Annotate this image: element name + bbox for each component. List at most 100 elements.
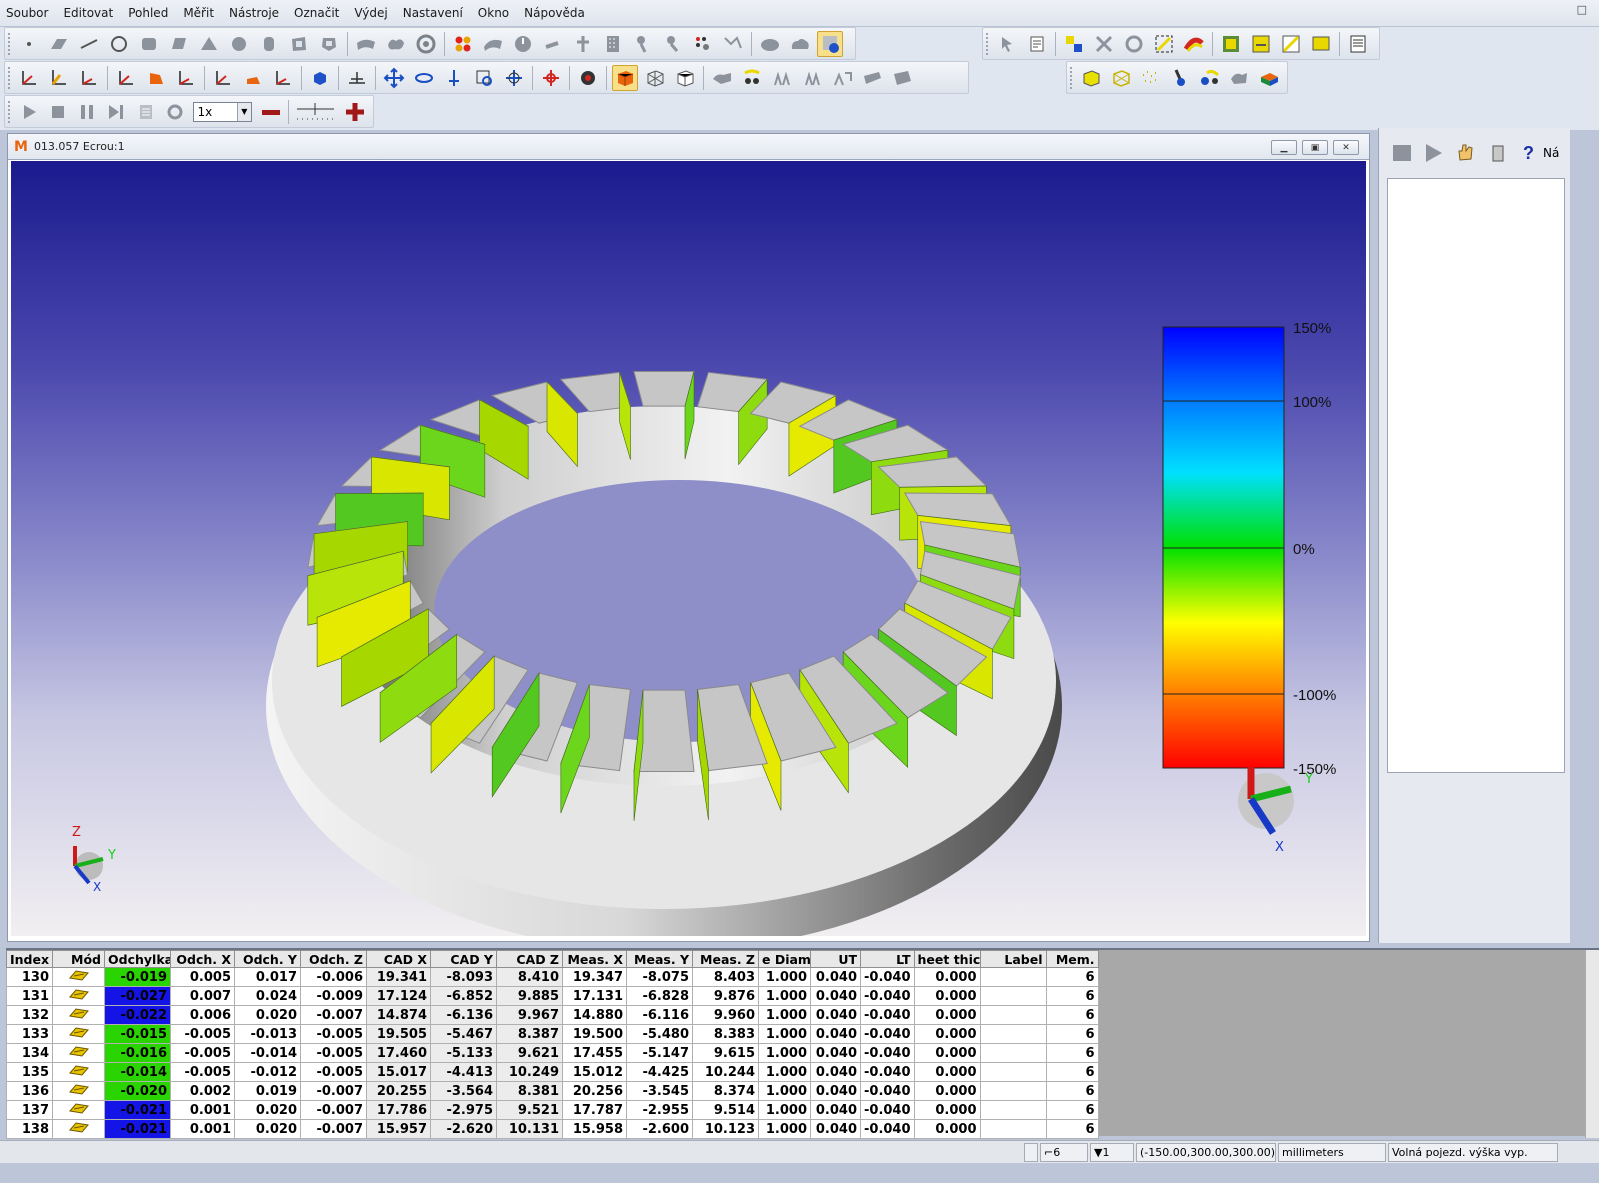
table-row[interactable]: 138 -0.021 0.001 0.020 -0.007 15.957 -2.620 10.… (6, 1119, 1099, 1139)
menu-item[interactable]: Měřit (183, 6, 214, 20)
cell-my[interactable]: -6.116 (626, 1005, 693, 1025)
probe-touch-icon[interactable] (630, 31, 656, 57)
speed-select[interactable]: 1x ▼ (193, 101, 252, 122)
cell-dev[interactable]: -0.019 (104, 967, 171, 987)
3d-viewport[interactable]: 150% 100% 0% -100% -150% Y X Z Y X (11, 161, 1366, 936)
cell-cx[interactable]: 19.341 (366, 967, 431, 987)
cell-mx[interactable]: 17.787 (562, 1100, 627, 1120)
cell-label[interactable] (979, 1043, 1047, 1063)
solid-view-icon[interactable] (612, 64, 638, 91)
cell-sheet[interactable]: 0.000 (913, 1024, 981, 1044)
mode-icon[interactable] (52, 986, 105, 1006)
zoom-window-icon[interactable] (471, 65, 497, 91)
column-header[interactable]: Odch. X (170, 950, 235, 968)
cell-index[interactable]: 134 (6, 1043, 53, 1063)
transform-icon[interactable] (1151, 31, 1177, 57)
menu-close-icon[interactable]: □ (1577, 3, 1587, 16)
clamp-icon[interactable] (829, 65, 855, 91)
shaded-part-icon[interactable] (1227, 65, 1253, 91)
axis-plane-icon[interactable] (46, 65, 72, 91)
pause-icon[interactable] (74, 99, 99, 125)
cell-mem[interactable]: 6 (1045, 1005, 1099, 1025)
cell-mx[interactable]: 15.958 (562, 1119, 627, 1139)
cell-sheet[interactable]: 0.000 (913, 1119, 981, 1139)
cell-mx[interactable]: 17.131 (562, 986, 627, 1006)
column-header[interactable]: Odch. Y (234, 950, 301, 968)
target-icon[interactable] (575, 65, 601, 91)
cell-diam[interactable]: 1.000 (758, 1005, 811, 1025)
cell-cx[interactable]: 17.124 (366, 986, 431, 1006)
cell-dev[interactable]: -0.022 (104, 1005, 171, 1025)
fixture-icon[interactable] (769, 65, 795, 91)
gear-feature-icon[interactable] (413, 31, 439, 57)
cell-mz[interactable]: 9.514 (692, 1100, 759, 1120)
cell-mz[interactable]: 9.615 (692, 1043, 759, 1063)
cell-dev[interactable]: -0.021 (104, 1100, 171, 1120)
axis-xy3-icon[interactable] (210, 65, 236, 91)
cell-mem[interactable]: 6 (1045, 967, 1099, 987)
cell-cx[interactable]: 20.255 (366, 1081, 431, 1101)
sphere-icon[interactable] (226, 31, 252, 57)
scan-grid-icon[interactable] (690, 31, 716, 57)
cell-dy[interactable]: -0.014 (234, 1043, 301, 1063)
cell-mz[interactable]: 9.876 (692, 986, 759, 1006)
cell-cz[interactable]: 10.131 (496, 1119, 563, 1139)
table-row[interactable]: 134 -0.016 -0.005 -0.014 -0.005 17.460 -5.133 9… (6, 1043, 1099, 1063)
align-icon[interactable] (1061, 31, 1087, 57)
table-row[interactable]: 131 -0.027 0.007 0.024 -0.009 17.124 -6.852 9.8… (6, 986, 1099, 1006)
stylus-icon[interactable] (739, 65, 765, 91)
cell-cy[interactable]: -6.136 (430, 1005, 497, 1025)
cell-label[interactable] (979, 1005, 1047, 1025)
menu-item[interactable]: Označit (294, 6, 339, 20)
cell-mx[interactable]: 17.455 (562, 1043, 627, 1063)
close-button[interactable]: ✕ (1333, 140, 1359, 155)
cell-ut[interactable]: 0.040 (810, 967, 861, 987)
column-header[interactable]: Meas. X (562, 950, 627, 968)
mode-icon[interactable] (52, 1062, 105, 1082)
color-part-icon[interactable] (1256, 65, 1282, 91)
cell-ut[interactable]: 0.040 (810, 1081, 861, 1101)
cell-lt[interactable]: -0.040 (860, 986, 915, 1006)
menu-item[interactable]: Okno (478, 6, 509, 20)
cell-dz[interactable]: -0.007 (300, 1005, 367, 1025)
zoom-axis-icon[interactable] (441, 65, 467, 91)
table-mount-icon[interactable] (859, 65, 885, 91)
print-icon[interactable] (1345, 31, 1371, 57)
chevron-down-icon[interactable]: ▼ (236, 102, 251, 121)
rotate-icon[interactable] (411, 65, 437, 91)
cell-mem[interactable]: 6 (1045, 1043, 1099, 1063)
stop-icon[interactable] (45, 99, 70, 125)
table-row[interactable]: 136 -0.020 0.002 0.019 -0.007 20.255 -3.564 8.3… (6, 1081, 1099, 1101)
menu-item[interactable]: Editovat (63, 6, 113, 20)
wire-yellow-icon[interactable] (1108, 65, 1134, 91)
toolbar-grip[interactable] (8, 100, 11, 123)
hidden-line-view-icon[interactable] (672, 65, 698, 91)
column-header[interactable]: e Diam. (758, 950, 811, 968)
torus-icon[interactable] (510, 31, 536, 57)
cell-cz[interactable]: 9.967 (496, 1005, 563, 1025)
cell-dz[interactable]: -0.009 (300, 986, 367, 1006)
cell-mz[interactable]: 8.383 (692, 1024, 759, 1044)
maximize-button[interactable]: ▣ (1302, 140, 1328, 155)
menu-item[interactable]: Pohled (128, 6, 168, 20)
window-titlebar[interactable]: M 013.057 Ecrou:1 ▁ ▣ ✕ (8, 134, 1369, 160)
axis-zy-icon[interactable] (76, 65, 102, 91)
cell-sheet[interactable]: 0.000 (913, 1043, 981, 1063)
cell-label[interactable] (979, 1024, 1047, 1044)
cell-sheet[interactable]: 0.000 (913, 1081, 981, 1101)
cell-sheet[interactable]: 0.000 (913, 1100, 981, 1120)
probe-blue-icon[interactable] (1167, 65, 1193, 91)
square-slot-icon[interactable] (286, 31, 312, 57)
cell-dz[interactable]: -0.005 (300, 1043, 367, 1063)
menu-item[interactable]: Soubor (6, 6, 48, 20)
cell-sheet[interactable]: 0.000 (913, 986, 981, 1006)
surface-icon[interactable] (353, 31, 379, 57)
point-icon[interactable] (16, 31, 42, 57)
layer-icon[interactable] (1218, 31, 1244, 57)
cell-index[interactable]: 136 (6, 1081, 53, 1101)
color-map-icon[interactable] (1181, 31, 1207, 57)
solid-yellow-icon[interactable] (1078, 65, 1104, 91)
cell-mem[interactable]: 6 (1045, 986, 1099, 1006)
cell-index[interactable]: 135 (6, 1062, 53, 1082)
cell-sheet[interactable]: 0.000 (913, 1005, 981, 1025)
